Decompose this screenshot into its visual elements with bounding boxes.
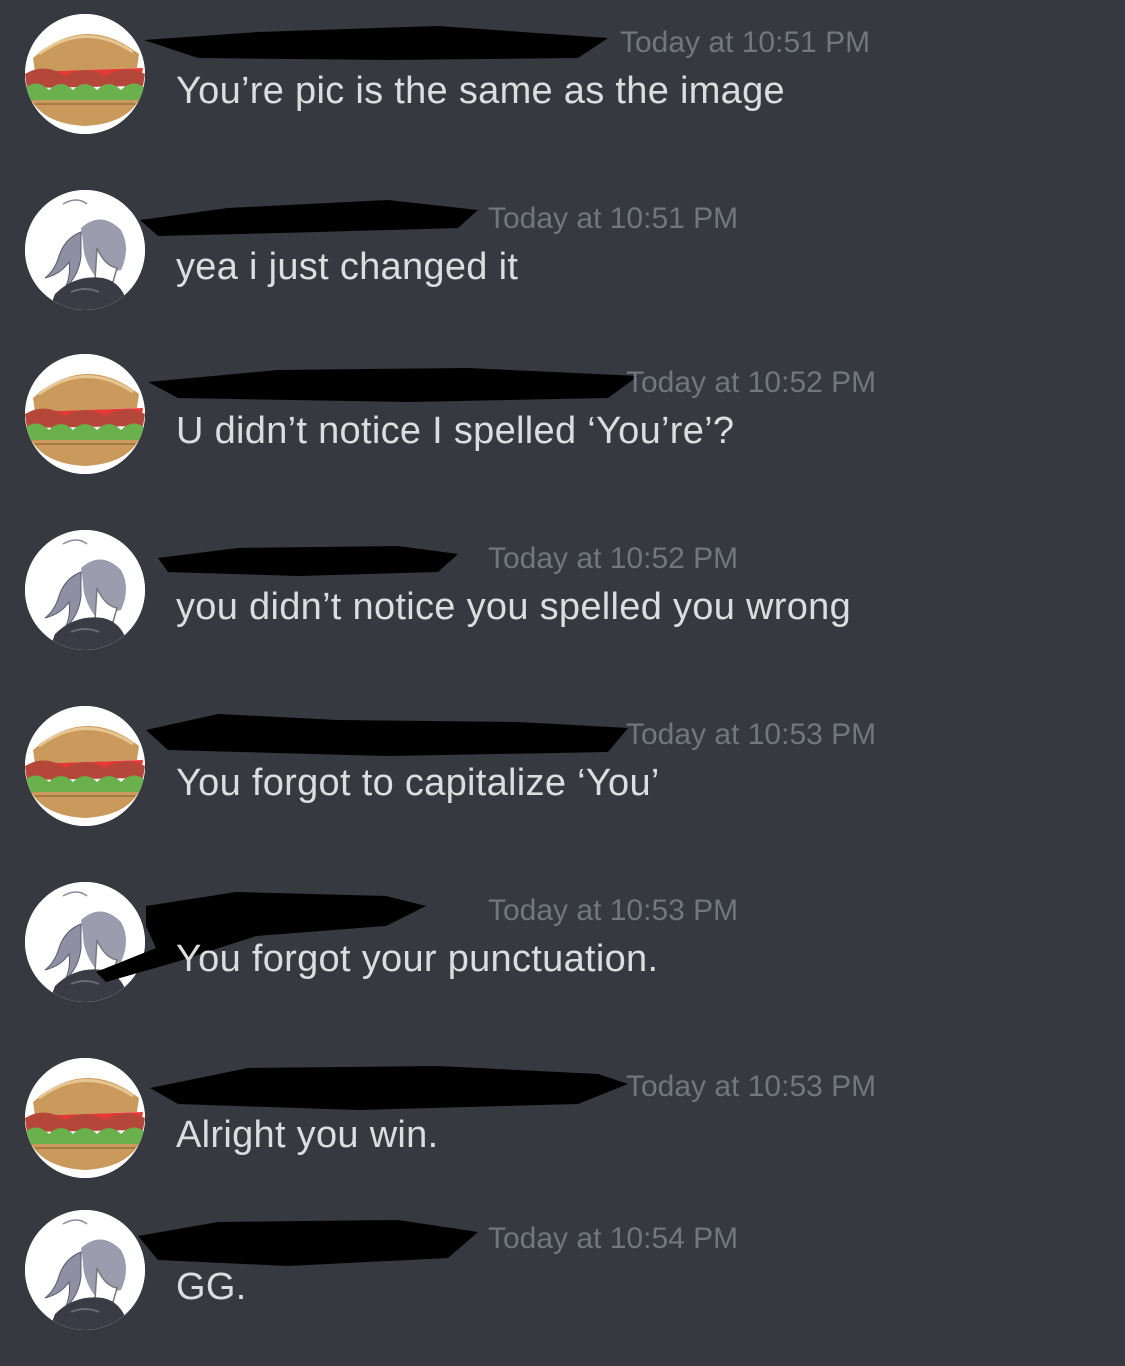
message-timestamp[interactable]: Today at 10:54 PM xyxy=(488,1222,738,1256)
redaction-scribble xyxy=(158,546,458,576)
redaction-scribble xyxy=(150,1066,628,1110)
message-content: you didn’t notice you spelled you wrong xyxy=(176,586,852,628)
message-header: Today at 10:53 PM xyxy=(150,1064,896,1114)
message-timestamp[interactable]: Today at 10:52 PM xyxy=(626,366,876,400)
message-content: GG. xyxy=(176,1266,247,1308)
message-content: U didn’t notice I spelled ‘You’re’? xyxy=(176,410,735,452)
redaction-scribble xyxy=(144,26,608,60)
message: Today at 10:53 PM You forgot to capitali… xyxy=(0,692,1125,862)
message: Today at 10:52 PM you didn’t notice you … xyxy=(0,516,1125,686)
chat-log: Today at 10:51 PM You’re pic is the same… xyxy=(0,0,1125,1366)
message-timestamp[interactable]: Today at 10:53 PM xyxy=(626,1070,876,1104)
sandwich-avatar[interactable] xyxy=(25,706,145,826)
message-timestamp[interactable]: Today at 10:51 PM xyxy=(620,26,870,60)
message-content: You forgot your punctuation. xyxy=(176,938,659,980)
redaction-scribble xyxy=(148,368,638,402)
message-header: Today at 10:51 PM xyxy=(140,196,896,246)
anime-girl-avatar[interactable] xyxy=(25,1210,145,1330)
message-timestamp[interactable]: Today at 10:51 PM xyxy=(488,202,738,236)
message-timestamp[interactable]: Today at 10:53 PM xyxy=(488,894,738,928)
message-timestamp[interactable]: Today at 10:53 PM xyxy=(626,718,876,752)
message: Today at 10:53 PM You forgot your punctu… xyxy=(0,868,1125,1038)
message-header: Today at 10:52 PM xyxy=(148,360,896,410)
message-header: Today at 10:52 PM xyxy=(158,536,896,586)
sandwich-avatar[interactable] xyxy=(25,1058,145,1178)
message: Today at 10:51 PM You’re pic is the same… xyxy=(0,0,1125,170)
redaction-scribble xyxy=(146,714,628,756)
sandwich-avatar[interactable] xyxy=(25,14,145,134)
anime-girl-avatar[interactable] xyxy=(25,530,145,650)
sandwich-avatar[interactable] xyxy=(25,354,145,474)
message-header: Today at 10:53 PM xyxy=(146,712,896,762)
redaction-scribble xyxy=(140,200,478,236)
message-header: Today at 10:53 PM xyxy=(96,888,896,982)
message: Today at 10:54 PM GG. xyxy=(0,1196,1125,1366)
message-timestamp[interactable]: Today at 10:52 PM xyxy=(488,542,738,576)
message-content: yea i just changed it xyxy=(176,246,519,288)
anime-girl-avatar[interactable] xyxy=(25,190,145,310)
message: Today at 10:53 PM Alright you win. xyxy=(0,1044,1125,1214)
message-content: You forgot to capitalize ‘You’ xyxy=(176,762,660,804)
message-header: Today at 10:54 PM xyxy=(138,1216,896,1266)
message-content: You’re pic is the same as the image xyxy=(176,70,785,112)
message-header: Today at 10:51 PM xyxy=(144,20,896,70)
message-content: Alright you win. xyxy=(176,1114,439,1156)
message: Today at 10:52 PM U didn’t notice I spel… xyxy=(0,340,1125,510)
message: Today at 10:51 PM yea i just changed it xyxy=(0,176,1125,346)
